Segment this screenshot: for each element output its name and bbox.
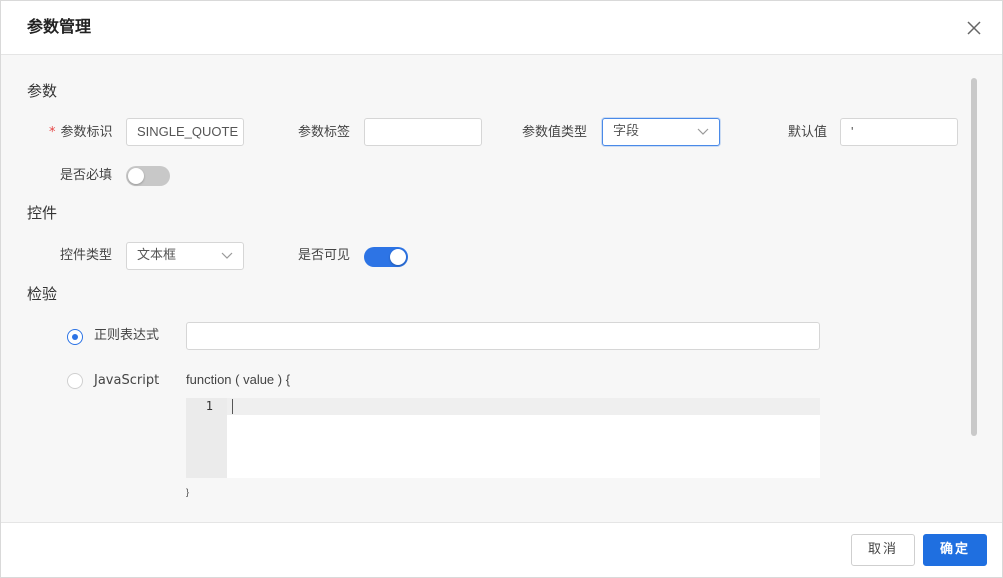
required-switch[interactable]	[126, 166, 170, 186]
regex-radio[interactable]	[67, 329, 83, 345]
param-id-input[interactable]: SINGLE_QUOTE	[126, 118, 244, 146]
vertical-scrollbar[interactable]	[971, 78, 977, 436]
visible-toggle-label: 是否可见	[298, 248, 351, 263]
editor-gutter: 1	[186, 398, 227, 478]
param-value-type-select[interactable]: 字段	[602, 118, 720, 146]
close-button[interactable]	[963, 17, 985, 39]
default-value-label: 默认值	[788, 125, 828, 140]
chevron-down-icon	[221, 252, 233, 259]
line-number: 1	[205, 399, 213, 413]
control-type-select[interactable]: 文本框	[126, 242, 244, 270]
regex-input[interactable]	[186, 322, 820, 350]
code-editor[interactable]: 1	[186, 398, 820, 478]
control-type-selected: 文本框	[137, 248, 177, 263]
param-id-label-text: 参数标识	[60, 125, 113, 140]
param-id-label: * 参数标识	[49, 124, 113, 142]
param-tag-input[interactable]	[364, 118, 482, 146]
required-mark: *	[49, 125, 56, 140]
required-toggle-label: 是否必填	[60, 168, 113, 183]
default-value-input[interactable]: '	[840, 118, 958, 146]
close-icon	[967, 21, 981, 35]
section-title-control: 控件	[27, 204, 58, 222]
switch-knob	[390, 249, 406, 265]
cancel-button[interactable]: 取消	[851, 534, 915, 566]
param-tag-label: 参数标签	[298, 125, 351, 140]
dialog-footer: 取消 确定	[1, 522, 1002, 577]
param-value-type-selected: 字段	[613, 124, 640, 139]
visible-switch[interactable]	[364, 247, 408, 267]
javascript-radio[interactable]	[67, 373, 83, 389]
section-title-validation: 检验	[27, 285, 58, 303]
section-title-params: 参数	[27, 82, 58, 100]
confirm-button[interactable]: 确定	[923, 534, 987, 566]
param-management-dialog: 参数管理 参数 * 参数标识 SINGLE_QUOTE 参数标签 参数值类型 字段…	[0, 0, 1003, 578]
dialog-header: 参数管理	[1, 1, 1002, 55]
active-line-highlight	[227, 398, 820, 415]
function-header: function ( value ) {	[186, 372, 291, 387]
javascript-label: JavaScript	[94, 373, 160, 388]
control-type-label: 控件类型	[60, 248, 113, 263]
function-footer: }	[186, 487, 190, 497]
dialog-body: 参数 * 参数标识 SINGLE_QUOTE 参数标签 参数值类型 字段 默认值 …	[1, 56, 1002, 522]
text-cursor	[232, 399, 233, 414]
chevron-down-icon	[697, 128, 709, 135]
param-value-type-label: 参数值类型	[522, 125, 588, 140]
regex-label: 正则表达式	[94, 328, 160, 343]
dialog-title: 参数管理	[27, 17, 92, 36]
switch-knob	[128, 168, 144, 184]
